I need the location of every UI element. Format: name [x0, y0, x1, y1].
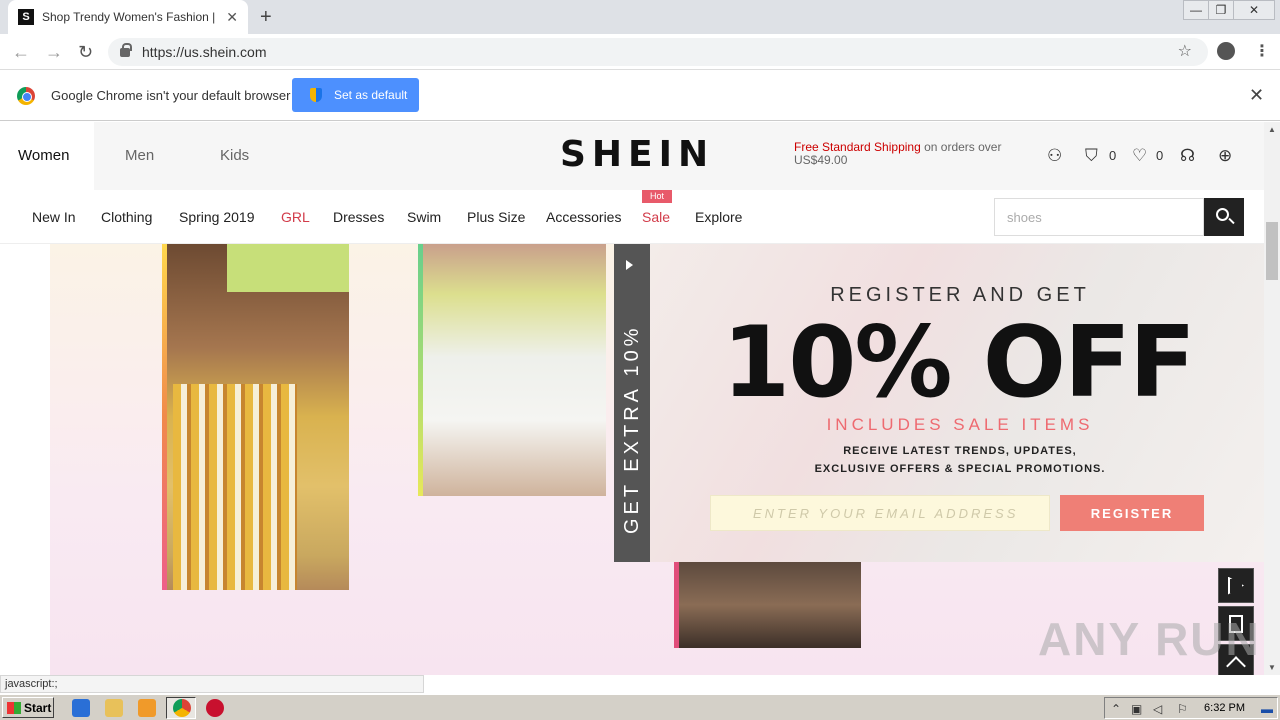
lock-icon	[120, 42, 132, 57]
chrome-taskbar-icon	[173, 699, 191, 717]
main-nav: New In Clothing Spring 2019 GRL Dresses …	[0, 190, 1264, 244]
nav-new-in[interactable]: New In	[32, 209, 76, 225]
promo-subtitle: INCLUDES SALE ITEMS	[826, 415, 1094, 434]
system-tray: ⌃ ▣ ◁ ⚐ 6:32 PM ▬	[1104, 697, 1278, 719]
promo-desc-line1: RECEIVE LATEST TRENDS, UPDATES,	[843, 445, 1077, 457]
photo-top-green	[227, 244, 349, 292]
default-browser-infobar: Google Chrome isn't your default browser…	[0, 71, 1280, 121]
category-women[interactable]: Women	[18, 147, 69, 164]
clock: 6:32 PM	[1204, 702, 1245, 714]
nav-plus-size[interactable]: Plus Size	[467, 209, 525, 225]
site-header: Women Men Kids SHEIN Free Standard Shipp…	[0, 122, 1264, 190]
tray-expand-icon[interactable]: ⌃	[1111, 702, 1125, 716]
photo-stripes	[173, 384, 297, 590]
security-icon[interactable]	[206, 699, 224, 717]
scroll-thumb[interactable]	[1266, 222, 1278, 280]
browser-toolbar: ← → ↻ https://us.shein.com ☆	[0, 34, 1280, 70]
vertical-scrollbar[interactable]: ▲ ▼	[1264, 122, 1280, 675]
network-icon[interactable]: ▣	[1131, 702, 1145, 716]
tab-strip: S Shop Trendy Women's Fashion | SHE ✕ + …	[0, 0, 1280, 34]
set-default-button[interactable]: Set as default	[292, 78, 419, 112]
minimize-icon[interactable]: —	[1183, 0, 1209, 20]
start-button[interactable]: Start	[2, 697, 54, 718]
category-kids[interactable]: Kids	[220, 147, 249, 164]
bag-count: 0	[1109, 148, 1117, 163]
promo-discount: 10% OFF	[722, 306, 1196, 420]
anyrun-watermark: ANY RUN	[1038, 613, 1261, 665]
nav-grl[interactable]: GRL	[281, 209, 310, 225]
extra-offer-side-tab[interactable]: GET EXTRA 10%	[614, 244, 650, 562]
play-icon	[1228, 576, 1244, 595]
nav-accessories[interactable]: Accessories	[546, 209, 621, 225]
nav-sale[interactable]: Sale	[642, 209, 670, 225]
chrome-taskbar-button[interactable]	[166, 697, 196, 719]
search-input[interactable]: shoes	[994, 198, 1204, 236]
infobar-text: Google Chrome isn't your default browser	[51, 88, 291, 103]
side-tab-text: GET EXTRA 10%	[620, 324, 643, 534]
start-label: Start	[24, 700, 52, 715]
windows-flag-icon	[7, 701, 21, 714]
back-icon[interactable]: ←	[12, 42, 30, 63]
register-button[interactable]: REGISTER	[1060, 495, 1204, 531]
ie-icon[interactable]	[72, 699, 90, 717]
scroll-down-arrow-icon[interactable]: ▼	[1268, 663, 1276, 672]
hot-badge: Hot	[642, 190, 672, 203]
search-icon	[1216, 208, 1229, 221]
tab-close-icon[interactable]: ✕	[226, 9, 238, 26]
promo-description: RECEIVE LATEST TRENDS, UPDATES, EXCLUSIV…	[650, 442, 1264, 478]
wishlist-icon[interactable]: ♡	[1132, 146, 1147, 166]
register-promo-panel: REGISTER AND GET 10% OFF INCLUDES SALE I…	[650, 244, 1264, 562]
email-field[interactable]: ENTER YOUR EMAIL ADDRESS	[710, 495, 1050, 531]
address-bar[interactable]: https://us.shein.com ☆	[108, 38, 1208, 66]
shipping-highlight: Free Standard Shipping	[794, 140, 921, 154]
close-window-icon[interactable]: ✕	[1233, 0, 1275, 20]
shield-icon	[310, 88, 322, 102]
show-desktop-icon[interactable]: ▬	[1261, 702, 1275, 716]
nav-spring-2019[interactable]: Spring 2019	[179, 209, 255, 225]
support-headset-icon[interactable]: ☊	[1180, 146, 1195, 166]
windows-taskbar: Start ⌃ ▣ ◁ ⚐ 6:32 PM ▬	[0, 694, 1280, 720]
shein-logo[interactable]: SHEIN	[560, 134, 714, 175]
reload-icon[interactable]: ↻	[78, 42, 93, 63]
video-play-button[interactable]	[1218, 568, 1254, 603]
bag-icon[interactable]: ⛉	[1085, 146, 1098, 166]
forward-icon[interactable]: →	[45, 42, 63, 63]
scroll-up-arrow-icon[interactable]: ▲	[1268, 125, 1276, 134]
flag-icon[interactable]: ⚐	[1177, 702, 1191, 716]
set-default-label: Set as default	[334, 88, 408, 102]
model-photo-green-heels[interactable]	[674, 562, 861, 648]
browser-tab[interactable]: S Shop Trendy Women's Fashion | SHE ✕	[8, 0, 248, 34]
status-bar-url: javascript:;	[0, 675, 424, 693]
category-men[interactable]: Men	[125, 147, 154, 164]
bookmark-star-icon[interactable]: ☆	[1178, 41, 1192, 61]
model-photo-white-skirt[interactable]	[418, 244, 606, 496]
profile-icon[interactable]	[1217, 42, 1235, 60]
shipping-notice[interactable]: Free Standard Shipping on orders over US…	[794, 141, 1014, 167]
folder-icon[interactable]	[105, 699, 123, 717]
nav-explore[interactable]: Explore	[695, 209, 742, 225]
restore-icon[interactable]: ❐	[1208, 0, 1234, 20]
menu-dots-icon[interactable]: ⋮	[1254, 41, 1270, 61]
url-text: https://us.shein.com	[142, 44, 267, 60]
promo-desc-line2: EXCLUSIVE OFFERS & SPECIAL PROMOTIONS.	[814, 463, 1106, 475]
media-player-icon[interactable]	[138, 699, 156, 717]
wishlist-count: 0	[1156, 148, 1164, 163]
promo-title: REGISTER AND GET	[830, 284, 1090, 306]
new-tab-icon[interactable]: +	[260, 6, 272, 29]
page-content: Women Men Kids SHEIN Free Standard Shipp…	[0, 122, 1264, 675]
volume-icon[interactable]: ◁	[1153, 702, 1167, 716]
search-button[interactable]	[1204, 198, 1244, 236]
shein-favicon-icon: S	[18, 9, 34, 25]
account-icon[interactable]: ⚇	[1047, 146, 1062, 166]
globe-icon[interactable]: ⊕	[1218, 146, 1232, 166]
infobar-close-icon[interactable]: ✕	[1249, 85, 1264, 106]
nav-clothing[interactable]: Clothing	[101, 209, 152, 225]
chrome-logo-icon	[17, 87, 35, 105]
nav-dresses[interactable]: Dresses	[333, 209, 384, 225]
nav-swim[interactable]: Swim	[407, 209, 441, 225]
model-photo-striped-pants[interactable]	[162, 244, 349, 590]
tab-title: Shop Trendy Women's Fashion | SHE	[42, 10, 217, 24]
search-icon-handle	[1228, 217, 1235, 225]
